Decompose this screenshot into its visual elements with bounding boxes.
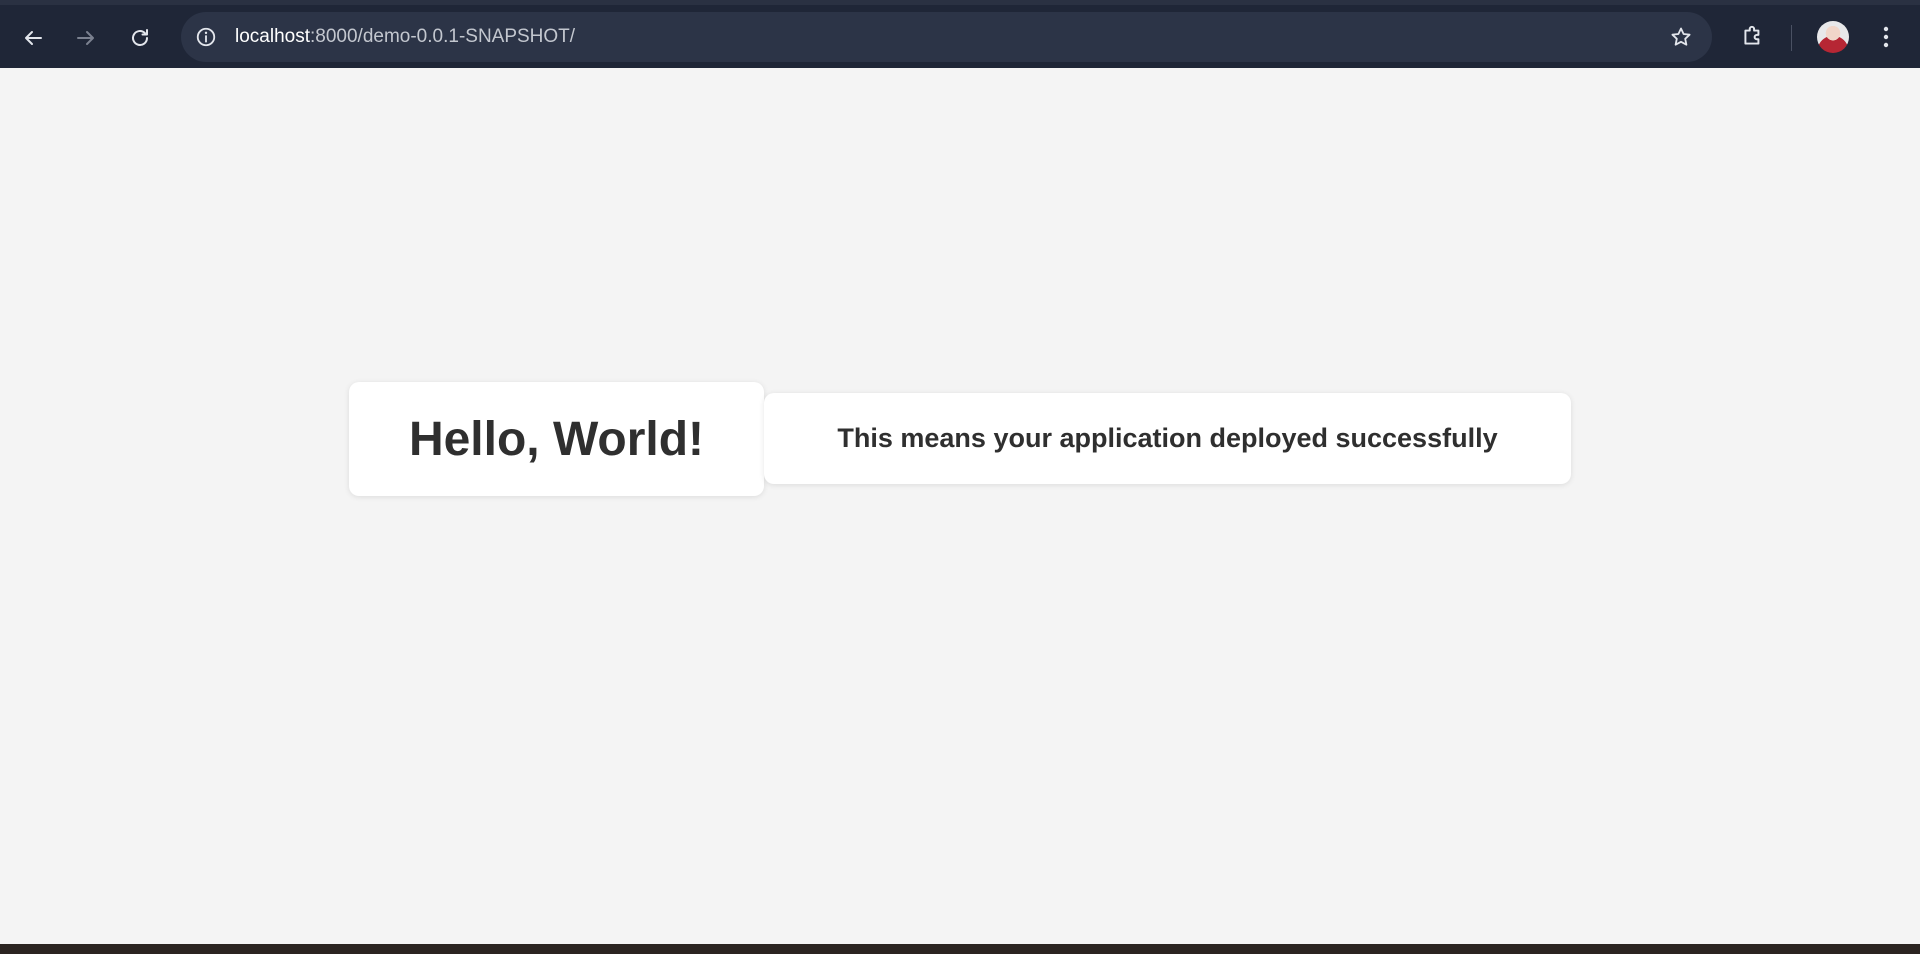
profile-avatar[interactable] <box>1817 21 1849 53</box>
deploy-message: This means your application deployed suc… <box>837 423 1498 453</box>
arrow-right-icon <box>77 31 94 45</box>
browser-toolbar: localhost:8000/demo-0.0.1-SNAPSHOT/ <box>0 0 1920 68</box>
url-host: localhost <box>235 26 310 47</box>
toolbar-divider <box>1791 25 1792 51</box>
vertical-dots-menu-icon[interactable] <box>1871 21 1901 53</box>
hello-card: Hello, World! <box>349 382 764 496</box>
forward-button[interactable] <box>66 18 106 58</box>
arrow-left-icon <box>25 31 42 45</box>
site-info-icon[interactable] <box>194 25 218 49</box>
reload-button[interactable] <box>120 18 160 58</box>
address-bar[interactable]: localhost:8000/demo-0.0.1-SNAPSHOT/ <box>181 12 1712 62</box>
page-heading: Hello, World! <box>408 412 705 466</box>
deploy-message-card: This means your application deployed suc… <box>764 393 1571 484</box>
url-text[interactable]: localhost:8000/demo-0.0.1-SNAPSHOT/ <box>235 12 575 62</box>
taskbar-edge <box>0 944 1920 954</box>
extensions-puzzle-icon[interactable] <box>1738 21 1768 51</box>
page-content <box>0 68 1920 944</box>
reload-icon <box>132 29 148 46</box>
bookmark-star-icon[interactable] <box>1668 24 1694 50</box>
url-path: :8000/demo-0.0.1-SNAPSHOT/ <box>310 26 576 47</box>
back-button[interactable] <box>13 18 53 58</box>
